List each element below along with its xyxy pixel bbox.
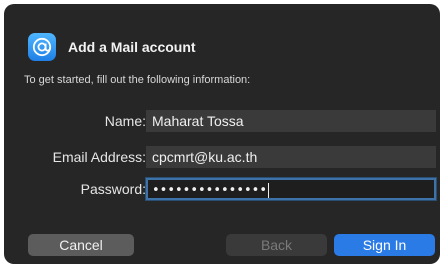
back-button[interactable]: Back [226,234,327,256]
add-mail-account-dialog: Add a Mail account To get started, fill … [4,4,440,264]
sign-in-button[interactable]: Sign In [334,234,435,256]
mail-at-icon [28,33,56,61]
name-row: Name: Maharat Tossa [4,110,440,132]
dialog-title: Add a Mail account [68,39,196,55]
name-input[interactable]: Maharat Tossa [146,110,436,132]
email-label: Email Address: [52,149,146,165]
password-row: Password: ••••••••••••••• [4,178,440,200]
cancel-button[interactable]: Cancel [28,234,134,256]
password-masked-value: ••••••••••••••• [152,183,268,198]
email-input[interactable]: cpcmrt@ku.ac.th [146,146,436,168]
password-label: Password: [80,181,146,197]
password-input[interactable]: ••••••••••••••• [146,178,436,200]
name-label: Name: [104,113,146,129]
dialog-subtitle: To get started, fill out the following i… [24,74,251,86]
text-caret [268,182,270,198]
email-row: Email Address: cpcmrt@ku.ac.th [4,146,440,168]
dialog-header: Add a Mail account [28,32,196,62]
